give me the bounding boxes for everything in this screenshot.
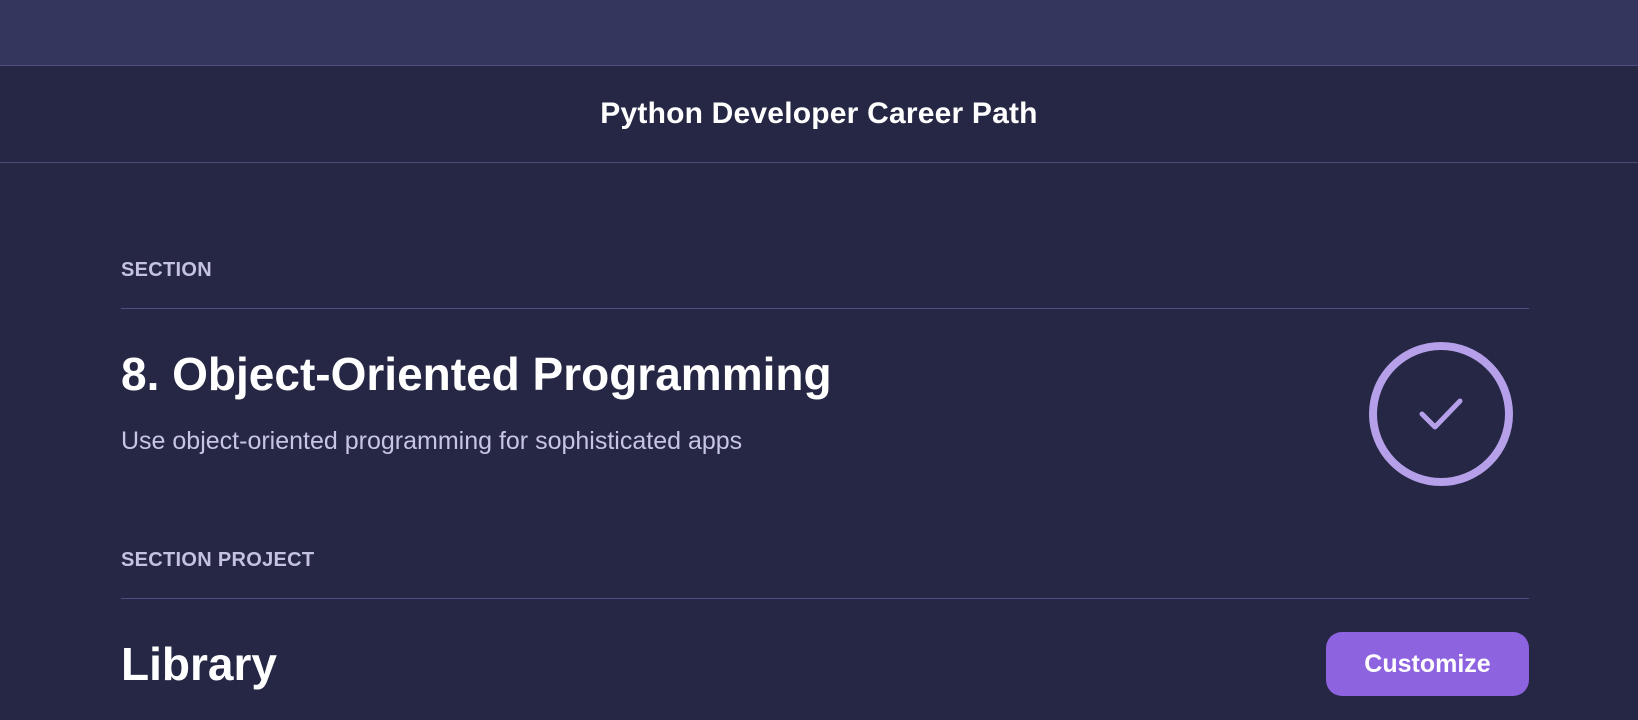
checkmark-icon [1419, 398, 1463, 430]
section-complete-badge [1369, 342, 1513, 486]
career-path-title: Python Developer Career Path [600, 97, 1038, 130]
section-description: Use object-oriented programming for soph… [121, 427, 743, 455]
project-title: Library [121, 638, 277, 690]
top-bar [0, 0, 1638, 66]
section-title: 8. Object-Oriented Programming [121, 348, 832, 400]
section-project-divider [121, 598, 1529, 599]
section-divider [121, 308, 1529, 309]
section-kicker: SECTION [121, 259, 212, 281]
page-header: Python Developer Career Path [0, 66, 1638, 163]
section-project-kicker: SECTION PROJECT [121, 549, 315, 571]
customize-button[interactable]: Customize [1326, 632, 1529, 696]
